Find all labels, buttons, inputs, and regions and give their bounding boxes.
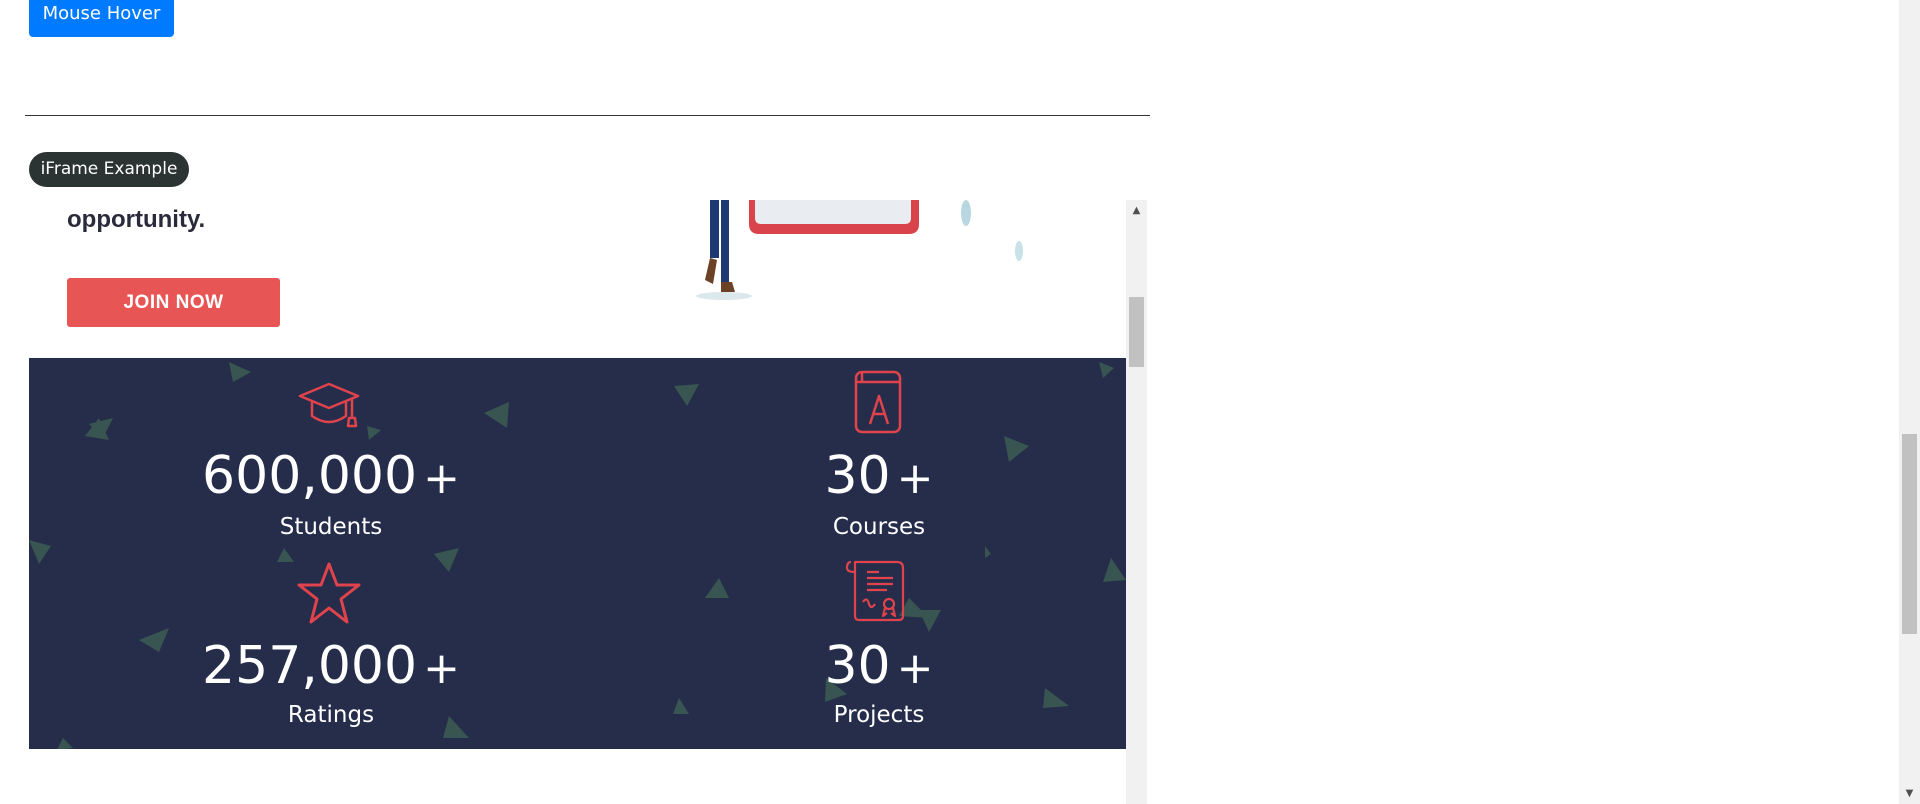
stat-value: 600,000 +	[202, 446, 460, 506]
stat-value: 30 +	[824, 636, 934, 696]
stat-label: Projects	[833, 702, 925, 728]
page-scroll-thumb[interactable]	[1902, 434, 1917, 634]
stat-value: 257,000 +	[202, 636, 460, 696]
stat-value: 30 +	[824, 446, 934, 506]
stat-label: Ratings	[287, 702, 375, 728]
star-icon	[297, 562, 361, 624]
join-now-button[interactable]: JOIN NOW	[67, 278, 280, 327]
iframe-scroll-thumb[interactable]	[1129, 297, 1144, 367]
scroll-down-arrow-icon[interactable]: ▼	[1899, 783, 1920, 804]
hero-illustration	[696, 200, 1023, 300]
iframe-example-badge: iFrame Example	[29, 152, 189, 187]
graduation-cap-icon	[298, 382, 360, 428]
certificate-icon	[845, 560, 905, 622]
book-icon	[854, 370, 902, 434]
stat-label: Students	[279, 514, 383, 540]
hero-text: opportunity.	[67, 206, 206, 233]
scroll-up-arrow-icon[interactable]: ▲	[1126, 200, 1147, 221]
iframe-scrollbar[interactable]: ▲	[1126, 200, 1147, 804]
mouse-hover-button[interactable]: Mouse Hover	[29, 0, 174, 37]
page-scrollbar[interactable]: ▼	[1899, 0, 1920, 804]
iframe-container[interactable]: opportunity. JOIN NOW 600,000 + Students…	[29, 200, 1147, 804]
section-divider	[25, 115, 1150, 116]
stat-label: Courses	[832, 514, 926, 540]
stats-section: 600,000 + Students 30 + Courses 257,000 +	[29, 358, 1126, 749]
